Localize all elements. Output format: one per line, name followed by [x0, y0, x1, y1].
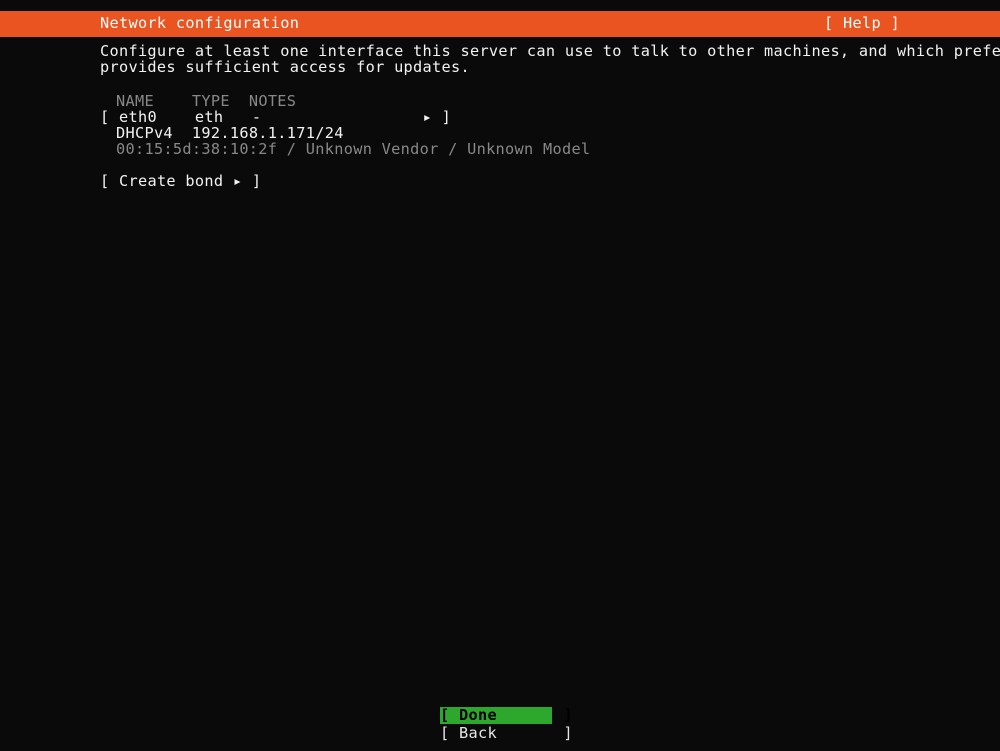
chevron-right-icon: ▸: [423, 108, 433, 126]
installer-screen: Network configuration [ Help ] Configure…: [0, 0, 1000, 751]
help-button[interactable]: [ Help ]: [824, 16, 900, 32]
rbracket-glyph: ]: [563, 724, 573, 742]
create-bond-label: Create bond: [119, 172, 223, 190]
model: Unknown Model: [467, 140, 590, 158]
lbracket-glyph: [: [440, 706, 450, 724]
rbracket-glyph: ]: [891, 14, 901, 32]
lbracket-glyph: [: [100, 172, 110, 190]
sep-slash: /: [448, 140, 458, 158]
vendor: Unknown Vendor: [306, 140, 439, 158]
rbracket-glyph: ]: [563, 706, 573, 724]
lbracket-glyph: [: [100, 108, 110, 126]
chevron-right-icon: ▸: [233, 172, 243, 190]
rbracket-glyph: ]: [252, 172, 262, 190]
mac-address: 00:15:5d:38:10:2f: [116, 140, 277, 158]
help-label: Help: [843, 14, 881, 32]
rbracket-glyph: ]: [442, 108, 452, 126]
lbracket-glyph: [: [440, 724, 450, 742]
interface-hardware-line: 00:15:5d:38:10:2f / Unknown Vendor / Unk…: [116, 142, 590, 158]
lbracket-glyph: [: [824, 14, 834, 32]
intro-line-2: provides sufficient access for updates.: [100, 60, 1000, 76]
page-title: Network configuration: [100, 16, 299, 32]
back-label: Back: [459, 724, 497, 742]
done-label: Done: [459, 706, 497, 724]
create-bond-button[interactable]: [ Create bond ▸ ]: [100, 174, 261, 190]
title-bar: Network configuration [ Help ]: [0, 11, 1000, 37]
back-button[interactable]: [ Back ]: [440, 725, 552, 742]
done-button[interactable]: [ Done ]: [440, 707, 552, 724]
intro-text: Configure at least one interface this se…: [100, 44, 1000, 75]
sep-slash: /: [287, 140, 297, 158]
